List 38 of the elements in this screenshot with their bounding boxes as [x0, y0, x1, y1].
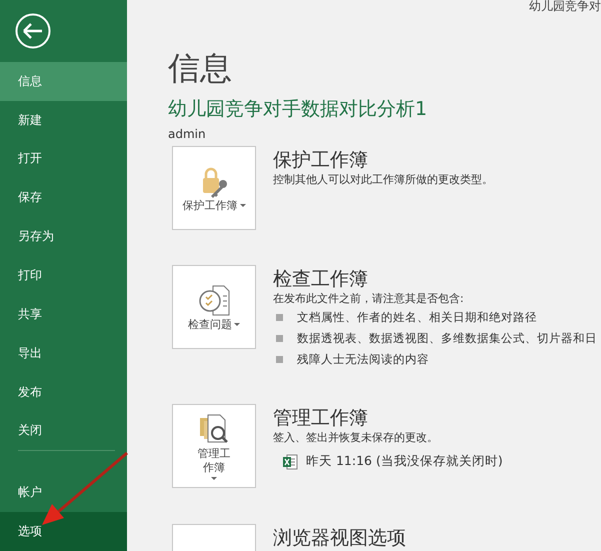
caret-icon [240, 204, 246, 207]
section-heading: 管理工作簿 [273, 406, 369, 430]
section-heading: 浏览器视图选项 [273, 526, 406, 550]
version-link[interactable]: 昨天 11:16 (当我没保存就关闭时) [306, 453, 503, 470]
caret-icon [234, 323, 240, 326]
menu-item[interactable]: 关闭 [0, 411, 127, 450]
menu-item[interactable]: 打开 [0, 139, 127, 178]
menu-item[interactable]: 打印 [0, 256, 127, 295]
window-title: 幼儿园竞争对 [529, 0, 601, 13]
menu-item[interactable]: 帐户 [0, 473, 127, 512]
menu-item[interactable]: 发布 [0, 372, 127, 412]
caret-icon [211, 477, 217, 480]
page-title: 信息 [168, 48, 233, 88]
bullet-icon [276, 314, 283, 321]
back-icon[interactable] [15, 12, 51, 49]
dropdown-button[interactable]: 检查问题 [172, 265, 256, 349]
menu-item[interactable]: 新建 [0, 100, 127, 140]
menu-item[interactable]: 导出 [0, 334, 127, 373]
bullet-text: 数据透视表、数据透视图、多维数据集公式、切片器和日 [297, 331, 597, 346]
section-description: 控制其他人可以对此工作簿所做的更改类型。 [273, 172, 493, 188]
bullet-text: 残障人士无法阅读的内容 [297, 352, 429, 367]
section-heading: 检查工作簿 [273, 267, 369, 291]
bullet-text: 文档属性、作者的姓名、相关日期和绝对路径 [297, 310, 537, 325]
bullet-icon [276, 335, 283, 342]
menu-item[interactable]: 另存为 [0, 217, 127, 256]
menu-item[interactable]: 共享 [0, 294, 127, 334]
section-description: 签入、签出并恢复未保存的更改。 [273, 430, 439, 446]
document-title: 幼儿园竞争对手数据对比分析1 [168, 97, 428, 122]
spreadsheet-file-icon [282, 454, 298, 470]
dropdown-button[interactable]: 管理工作簿 [172, 404, 256, 488]
section-description: 在发布此文件之前，请注意其是否包含: [273, 291, 465, 307]
menu-item[interactable]: 选项 [0, 512, 127, 551]
menu-item[interactable]: 信息 [0, 62, 127, 101]
dropdown-button[interactable]: 保护工作簿 [172, 146, 256, 230]
author-name: admin [168, 126, 207, 142]
bullet-icon [276, 356, 283, 363]
menu-item[interactable]: 保存 [0, 178, 127, 218]
section-heading: 保护工作簿 [273, 148, 369, 172]
